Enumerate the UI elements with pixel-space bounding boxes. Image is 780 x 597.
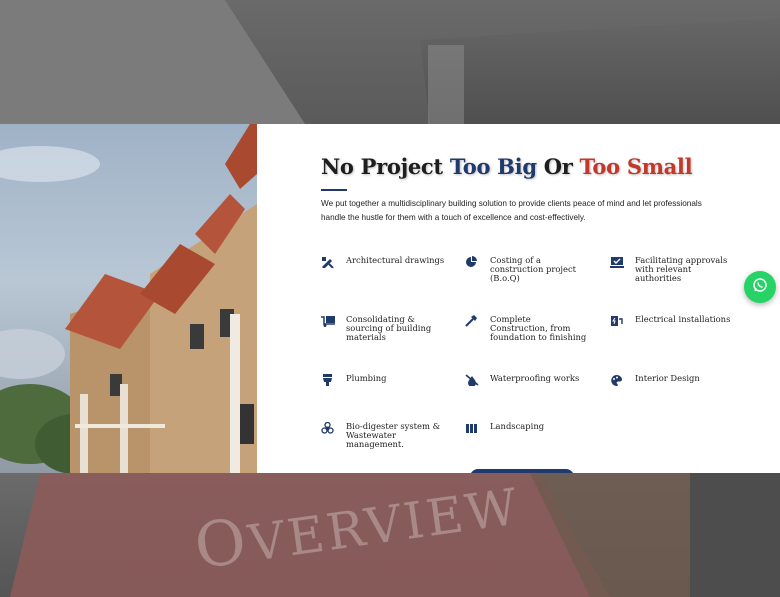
service-label: Consolidating & sourcing of building mat…: [346, 314, 432, 342]
service-item: Facilitating approvals with relevant aut…: [610, 256, 735, 283]
palette-icon: [610, 374, 624, 386]
toilet-icon: [321, 374, 335, 386]
headline-part-3: Or: [536, 154, 580, 179]
section-headline: No Project Too Big Or Too Small: [321, 154, 693, 179]
service-item: Plumbing: [321, 374, 446, 386]
service-label: Costing of a construction project (B.o.Q…: [490, 255, 577, 283]
headline-part-4: Too Small: [579, 154, 693, 179]
service-label: Plumbing: [346, 373, 387, 383]
hero-sky-area: [0, 0, 305, 124]
service-label: Electrical installations: [635, 314, 731, 324]
services-panel: No Project Too Big Or Too Small We put t…: [257, 124, 780, 473]
overview-heading-cap: O: [190, 503, 254, 584]
service-item: Landscaping: [465, 422, 590, 434]
service-label: Architectural drawings: [346, 255, 445, 265]
approval-check-icon: [610, 256, 624, 268]
overview-dark-shape: [690, 473, 780, 597]
headline-divider: [321, 189, 347, 191]
service-item: Complete Construction, from foundation t…: [465, 315, 590, 342]
service-item: Consolidating & sourcing of building mat…: [321, 315, 446, 342]
service-label: Facilitating approvals with relevant aut…: [635, 255, 728, 283]
hero-roof-shape: [420, 18, 780, 124]
pie-chart-icon: [465, 256, 479, 268]
hero-pillar-shape: [428, 45, 464, 124]
service-label: Interior Design: [635, 373, 700, 383]
biohazard-icon: [321, 422, 335, 434]
service-item: Interior Design: [610, 374, 735, 386]
whatsapp-button[interactable]: [744, 271, 776, 303]
pencil-ruler-icon: [321, 256, 335, 268]
service-label: Bio-digester system & Wastewater managem…: [346, 421, 441, 449]
service-item: Costing of a construction project (B.o.Q…: [465, 256, 590, 283]
headline-part-1: No Project: [321, 154, 450, 179]
service-label: Waterproofing works: [490, 373, 580, 383]
charging-station-icon: [610, 315, 624, 327]
headline-part-2: Too Big: [449, 154, 537, 179]
house-photo: [0, 124, 257, 473]
service-label: Complete Construction, from foundation t…: [490, 314, 587, 342]
book-open-icon: [465, 422, 479, 434]
service-item: Waterproofing works: [465, 374, 590, 386]
hammer-icon: [465, 315, 479, 327]
service-item: Architectural drawings: [321, 256, 446, 268]
hero-background-top: [0, 0, 780, 124]
service-item: Bio-digester system & Wastewater managem…: [321, 422, 446, 449]
overview-section: OVERVIEW: [0, 473, 780, 597]
no-water-icon: [465, 374, 479, 386]
whatsapp-icon: [752, 277, 768, 298]
truck-loading-icon: [321, 315, 335, 327]
intro-paragraph: We put together a multidisciplinary buil…: [321, 199, 702, 222]
service-item: Electrical installations: [610, 315, 735, 327]
service-label: Landscaping: [490, 421, 545, 431]
